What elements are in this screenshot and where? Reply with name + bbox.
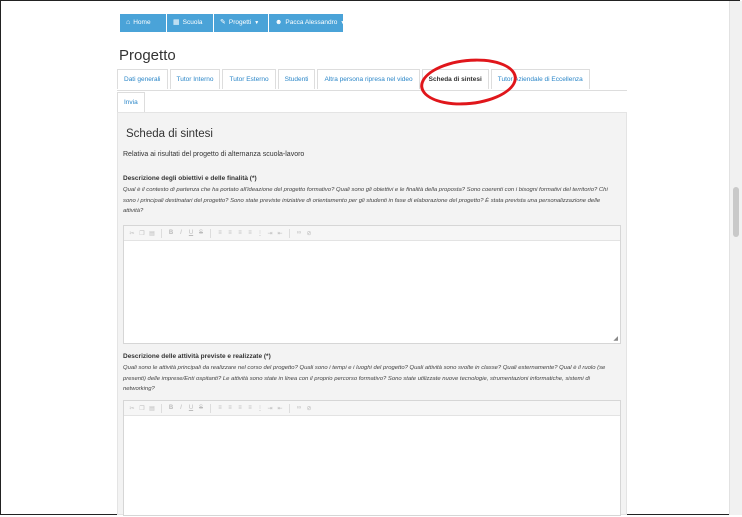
align-left-icon[interactable]: ≡ — [216, 230, 224, 236]
align-center-icon[interactable]: ≡ — [226, 230, 234, 236]
user-icon: ☻ — [275, 19, 283, 26]
panel-title: Scheda di sintesi — [126, 128, 213, 140]
caret-down-icon: ▼ — [254, 20, 260, 26]
editor-toolbar: ✂ ❐ ▤ B I U S ≡ ≡ ≡ ≡ ⋮ ⇥ ⇤ ∞ ⊘ — [124, 226, 620, 241]
align-justify-icon[interactable]: ≡ — [246, 230, 254, 236]
strikethrough-icon[interactable]: S — [197, 230, 205, 236]
nav-user-label: Pacca Alessandro — [285, 19, 338, 26]
building-icon: ▦ — [173, 19, 180, 26]
nav-scuola[interactable]: ▦ Scuola — [167, 14, 213, 32]
toolbar-divider — [161, 403, 162, 413]
section-title-obiettivi: Descrizione degli obiettivi e delle fina… — [123, 175, 257, 182]
copy-icon[interactable]: ❐ — [138, 405, 146, 412]
toolbar-divider — [289, 403, 290, 413]
copy-icon[interactable]: ❐ — [138, 230, 146, 237]
tab-tutor-esterno[interactable]: Tutor Esterno — [222, 69, 276, 89]
outdent-icon[interactable]: ⇤ — [276, 405, 284, 412]
list-icon[interactable]: ⋮ — [256, 405, 264, 412]
editor-textarea-attivita[interactable] — [124, 415, 620, 515]
underline-icon[interactable]: U — [187, 405, 195, 411]
panel-subtitle: Relativa ai risultati del progetto di al… — [123, 151, 305, 158]
unlink-icon[interactable]: ⊘ — [305, 230, 313, 237]
link-icon[interactable]: ∞ — [295, 230, 303, 236]
resize-handle-icon[interactable]: ◢ — [613, 335, 618, 342]
toolbar-divider — [161, 228, 162, 238]
indent-icon[interactable]: ⇥ — [266, 405, 274, 412]
tab-invia[interactable]: Invia — [117, 92, 145, 112]
tab-bar: Dati generali Tutor Interno Tutor Estern… — [117, 69, 627, 113]
italic-icon[interactable]: I — [177, 405, 185, 411]
page-title: Progetto — [119, 47, 176, 64]
toolbar-divider — [210, 403, 211, 413]
outdent-icon[interactable]: ⇤ — [276, 230, 284, 237]
paste-icon[interactable]: ▤ — [148, 230, 156, 237]
nav-progetti-dropdown[interactable]: ✎ Progetti ▼ — [214, 14, 268, 32]
link-icon[interactable]: ∞ — [295, 405, 303, 411]
top-navbar: ⌂ Home ▦ Scuola ✎ Progetti ▼ ☻ Pacca Ale… — [120, 14, 346, 32]
toolbar-divider — [210, 228, 211, 238]
section-title-attivita: Descrizione delle attività previste e re… — [123, 353, 271, 360]
nav-scuola-label: Scuola — [182, 19, 203, 26]
paste-icon[interactable]: ▤ — [148, 405, 156, 412]
home-icon: ⌂ — [126, 19, 131, 26]
bold-icon[interactable]: B — [167, 405, 175, 411]
bold-icon[interactable]: B — [167, 230, 175, 236]
nav-progetti-label: Progetti — [228, 19, 252, 26]
scrollbar-thumb[interactable] — [733, 187, 739, 237]
align-left-icon[interactable]: ≡ — [216, 405, 224, 411]
nav-home-label: Home — [133, 19, 151, 26]
scheda-panel: Scheda di sintesi Relativa ai risultati … — [117, 112, 627, 516]
list-icon[interactable]: ⋮ — [256, 230, 264, 237]
tab-tutor-interno[interactable]: Tutor Interno — [169, 69, 221, 89]
align-justify-icon[interactable]: ≡ — [246, 405, 254, 411]
tab-studenti[interactable]: Studenti — [277, 69, 316, 89]
editor-obiettivi: ✂ ❐ ▤ B I U S ≡ ≡ ≡ ≡ ⋮ ⇥ ⇤ ∞ ⊘ ◢ — [123, 225, 621, 344]
cut-icon[interactable]: ✂ — [128, 405, 136, 412]
align-center-icon[interactable]: ≡ — [226, 405, 234, 411]
section-desc-attivita: Quali sono le attività principali da rea… — [123, 365, 606, 392]
editor-attivita: ✂ ❐ ▤ B I U S ≡ ≡ ≡ ≡ ⋮ ⇥ ⇤ ∞ ⊘ — [123, 400, 621, 516]
nav-home[interactable]: ⌂ Home — [120, 14, 166, 32]
editor-toolbar: ✂ ❐ ▤ B I U S ≡ ≡ ≡ ≡ ⋮ ⇥ ⇤ ∞ ⊘ — [124, 401, 620, 416]
toolbar-divider — [289, 228, 290, 238]
tab-dati-generali[interactable]: Dati generali — [117, 69, 168, 89]
align-right-icon[interactable]: ≡ — [236, 405, 244, 411]
italic-icon[interactable]: I — [177, 230, 185, 236]
underline-icon[interactable]: U — [187, 230, 195, 236]
editor-textarea-obiettivi[interactable] — [124, 240, 620, 343]
page-scrollbar[interactable] — [729, 1, 742, 515]
unlink-icon[interactable]: ⊘ — [305, 405, 313, 412]
section-desc-obiettivi: Qual è il contesto di partenza che ha po… — [123, 187, 608, 214]
align-right-icon[interactable]: ≡ — [236, 230, 244, 236]
tab-altra-persona[interactable]: Altra persona ripresa nel video — [317, 69, 420, 89]
nav-user-dropdown[interactable]: ☻ Pacca Alessandro ▼ — [269, 14, 346, 32]
cut-icon[interactable]: ✂ — [128, 230, 136, 237]
caret-down-icon: ▼ — [340, 20, 346, 26]
strikethrough-icon[interactable]: S — [197, 405, 205, 411]
wrench-icon: ✎ — [220, 19, 226, 26]
indent-icon[interactable]: ⇥ — [266, 230, 274, 237]
